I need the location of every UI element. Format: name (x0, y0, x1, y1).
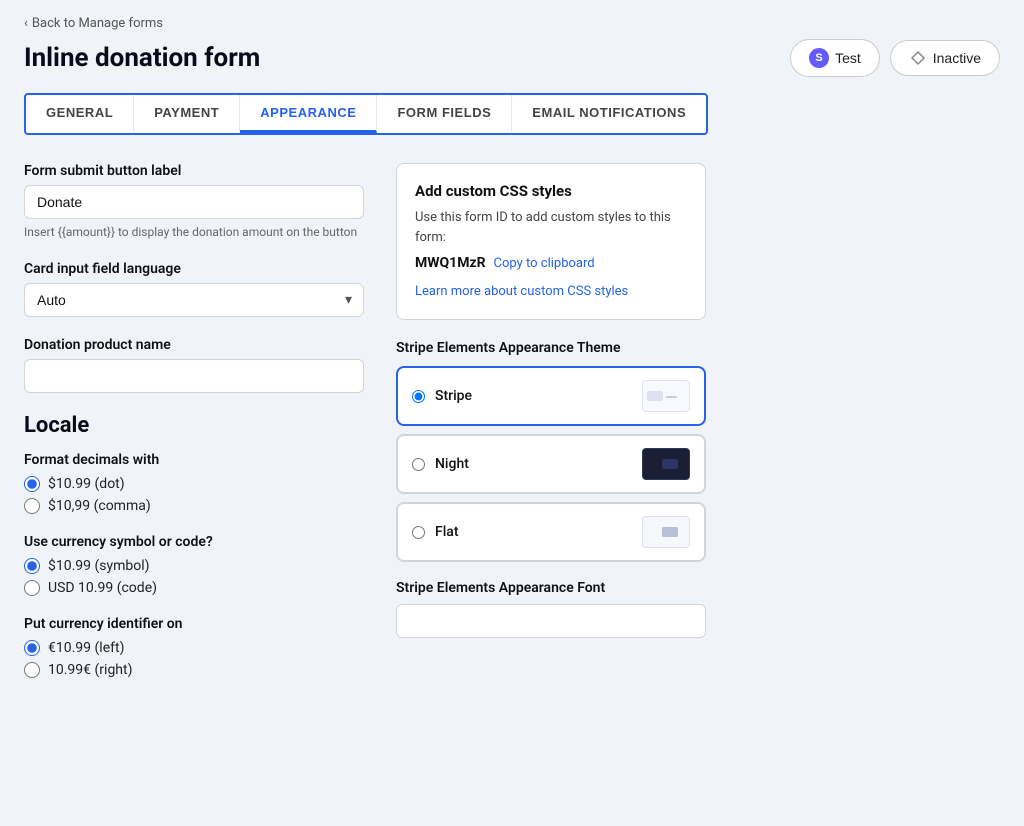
stripe-font-title: Stripe Elements Appearance Font (396, 580, 706, 596)
css-card: Add custom CSS styles Use this form ID t… (396, 163, 706, 320)
page-title: Inline donation form (24, 43, 260, 73)
form-submit-group: Form submit button label Insert {{amount… (24, 163, 364, 241)
radio-right-label: 10.99€ (right) (48, 662, 132, 678)
currency-display-radio-group: $10.99 (symbol) USD 10.99 (code) (24, 558, 364, 596)
stripe-theme-section: Stripe Elements Appearance Theme Stripe (396, 340, 706, 562)
tab-form-fields[interactable]: FORM FIELDS (377, 95, 512, 133)
theme-option-stripe[interactable]: Stripe (396, 366, 706, 426)
card-language-select[interactable]: Auto English French German Spanish (24, 283, 364, 317)
donation-product-input[interactable] (24, 359, 364, 393)
header-row: Inline donation form S Test Inactive (24, 39, 1000, 77)
radio-dot-label: $10.99 (dot) (48, 476, 125, 492)
inactive-button-label: Inactive (933, 50, 981, 66)
theme-night-label: Night (435, 456, 469, 472)
locale-title: Locale (24, 413, 364, 438)
form-submit-input[interactable] (24, 185, 364, 219)
donation-product-label: Donation product name (24, 337, 364, 353)
stripe-s-icon: S (809, 48, 829, 68)
form-id-value: MWQ1MzR (415, 255, 486, 271)
radio-symbol-label: $10.99 (symbol) (48, 558, 150, 574)
theme-option-night-left: Night (412, 456, 469, 472)
radio-comma-input[interactable] (24, 498, 40, 514)
stripe-theme-preview (642, 380, 690, 412)
format-decimals-group: Format decimals with $10.99 (dot) $10,99… (24, 452, 364, 514)
radio-dot-input[interactable] (24, 476, 40, 492)
radio-theme-night[interactable] (412, 458, 425, 471)
tab-appearance[interactable]: APPEARANCE (240, 95, 377, 133)
theme-option-stripe-left: Stripe (412, 388, 472, 404)
radio-symbol-input[interactable] (24, 558, 40, 574)
tab-general[interactable]: GENERAL (26, 95, 134, 133)
tabs-bar: GENERAL PAYMENT APPEARANCE FORM FIELDS E… (24, 93, 708, 135)
radio-left[interactable]: €10.99 (left) (24, 640, 364, 656)
night-theme-preview (642, 448, 690, 480)
form-submit-hint: Insert {{amount}} to display the donatio… (24, 224, 364, 241)
header-actions: S Test Inactive (790, 39, 1000, 77)
flat-theme-preview (642, 516, 690, 548)
theme-option-flat-left: Flat (412, 524, 459, 540)
inactive-button[interactable]: Inactive (890, 40, 1000, 76)
theme-option-night[interactable]: Night (396, 434, 706, 494)
test-button[interactable]: S Test (790, 39, 880, 77)
locale-section: Locale Format decimals with $10.99 (dot)… (24, 413, 364, 678)
donation-product-group: Donation product name (24, 337, 364, 393)
radio-theme-stripe[interactable] (412, 390, 425, 403)
tab-email-notifications[interactable]: EMAIL NOTIFICATIONS (512, 95, 706, 133)
theme-option-flat[interactable]: Flat (396, 502, 706, 562)
format-decimals-radio-group: $10.99 (dot) $10,99 (comma) (24, 476, 364, 514)
currency-position-radio-group: €10.99 (left) 10.99€ (right) (24, 640, 364, 678)
radio-dot[interactable]: $10.99 (dot) (24, 476, 364, 492)
form-submit-label: Form submit button label (24, 163, 364, 179)
right-panel: Add custom CSS styles Use this form ID t… (396, 163, 706, 638)
currency-position-title: Put currency identifier on (24, 616, 364, 632)
currency-position-group: Put currency identifier on €10.99 (left)… (24, 616, 364, 678)
radio-left-input[interactable] (24, 640, 40, 656)
back-link[interactable]: Back to Manage forms (32, 16, 163, 31)
stripe-font-input[interactable] (396, 604, 706, 638)
learn-more-link[interactable]: Learn more about custom CSS styles (415, 283, 628, 301)
radio-left-label: €10.99 (left) (48, 640, 124, 656)
stripe-theme-title: Stripe Elements Appearance Theme (396, 340, 706, 356)
currency-display-title: Use currency symbol or code? (24, 534, 364, 550)
radio-symbol[interactable]: $10.99 (symbol) (24, 558, 364, 574)
css-card-desc: Use this form ID to add custom styles to… (415, 208, 687, 247)
radio-code-input[interactable] (24, 580, 40, 596)
main-content: Form submit button label Insert {{amount… (24, 163, 1000, 698)
theme-flat-label: Flat (435, 524, 459, 540)
currency-display-group: Use currency symbol or code? $10.99 (sym… (24, 534, 364, 596)
tab-payment[interactable]: PAYMENT (134, 95, 240, 133)
css-form-id-row: MWQ1MzR Copy to clipboard (415, 255, 687, 271)
stripe-font-section: Stripe Elements Appearance Font (396, 580, 706, 638)
chevron-icon: ‹ (24, 16, 28, 31)
format-decimals-title: Format decimals with (24, 452, 364, 468)
breadcrumb: ‹ Back to Manage forms (24, 16, 1000, 31)
test-button-label: Test (835, 50, 861, 66)
theme-stripe-label: Stripe (435, 388, 472, 404)
radio-theme-flat[interactable] (412, 526, 425, 539)
radio-right[interactable]: 10.99€ (right) (24, 662, 364, 678)
left-panel: Form submit button label Insert {{amount… (24, 163, 364, 698)
card-language-label: Card input field language (24, 261, 364, 277)
card-language-select-wrapper: Auto English French German Spanish ▾ (24, 283, 364, 317)
radio-code-label: USD 10.99 (code) (48, 580, 157, 596)
radio-comma[interactable]: $10,99 (comma) (24, 498, 364, 514)
radio-comma-label: $10,99 (comma) (48, 498, 151, 514)
radio-right-input[interactable] (24, 662, 40, 678)
diamond-icon (909, 49, 927, 67)
radio-code[interactable]: USD 10.99 (code) (24, 580, 364, 596)
card-language-group: Card input field language Auto English F… (24, 261, 364, 317)
css-card-title: Add custom CSS styles (415, 182, 687, 200)
copy-to-clipboard-link[interactable]: Copy to clipboard (494, 256, 595, 271)
